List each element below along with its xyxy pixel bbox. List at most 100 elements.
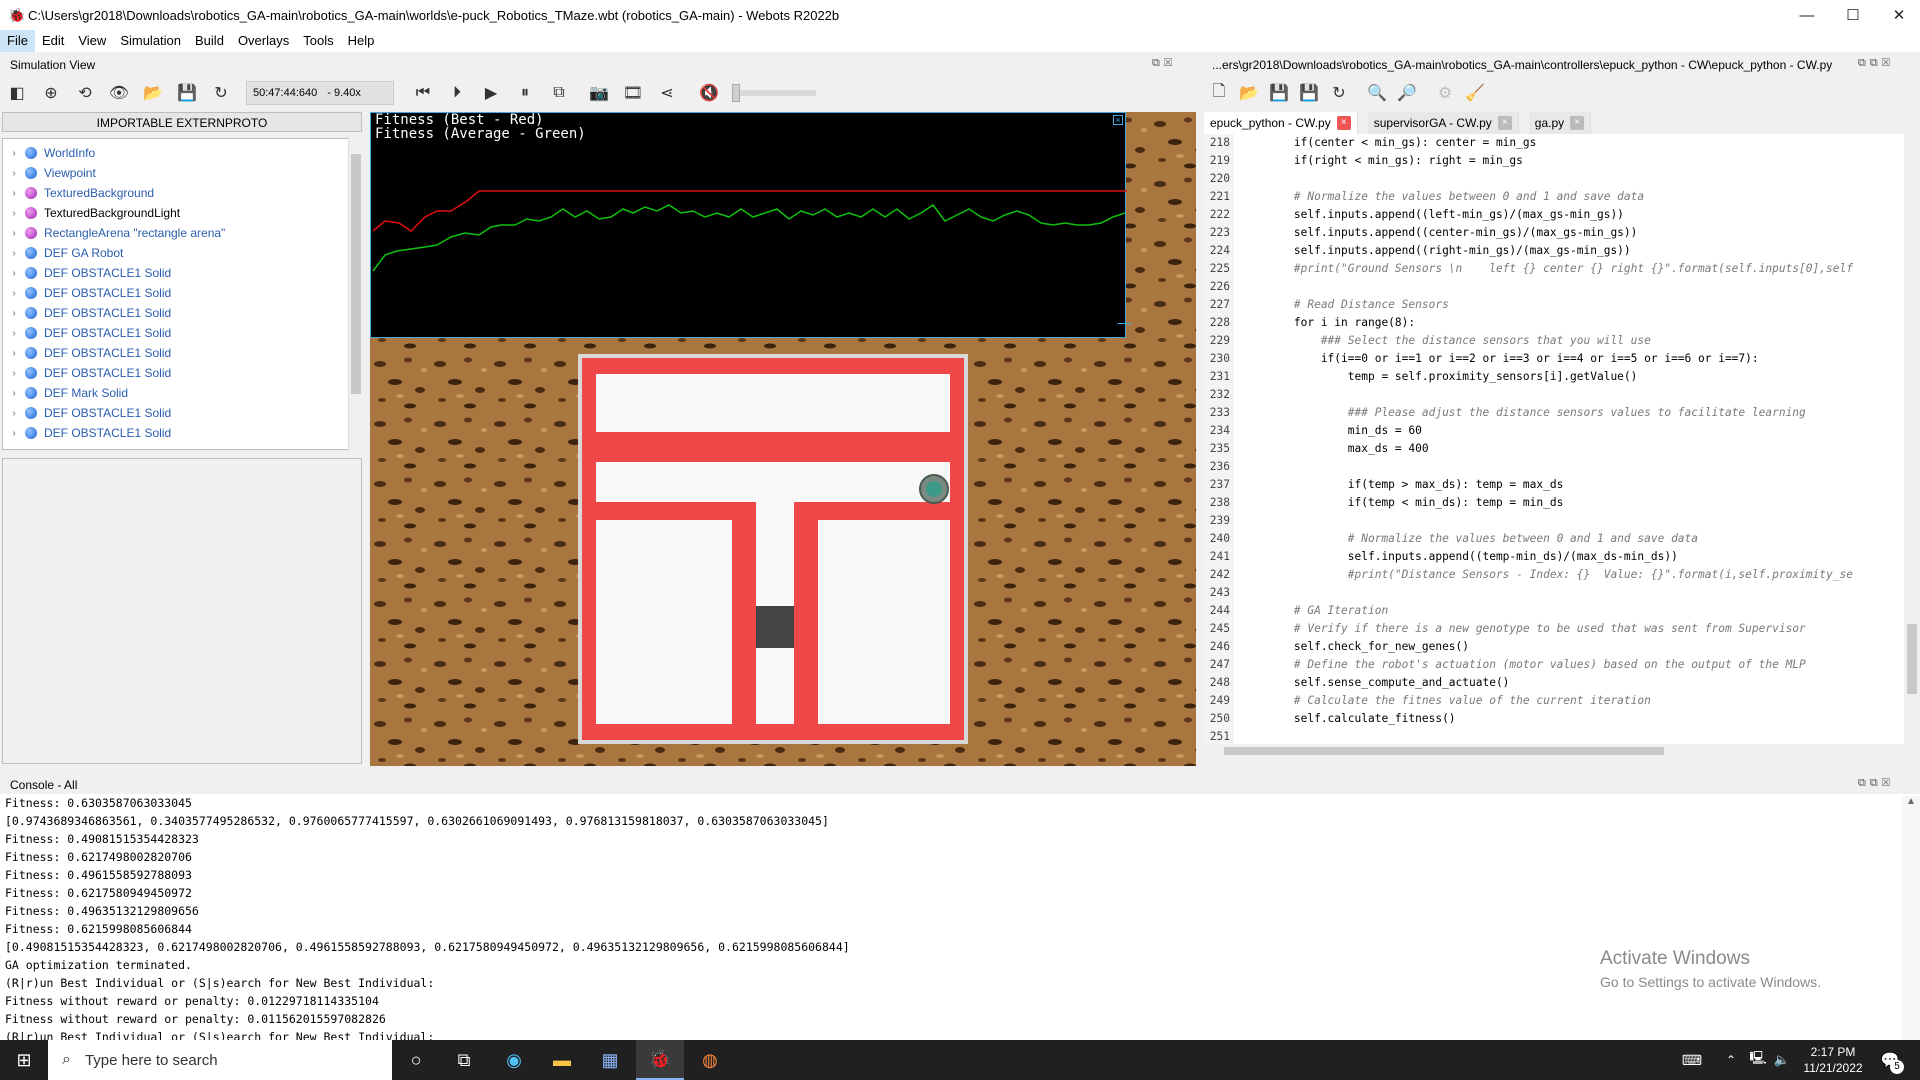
console-panel-controls[interactable]: ⧉⧉☒ <box>1858 777 1894 790</box>
tab-close-icon[interactable]: × <box>1497 116 1512 130</box>
scene-tree-node[interactable]: › DEF OBSTACLE1 Solid <box>3 343 361 363</box>
open-world-icon[interactable]: 📂 <box>136 78 170 108</box>
simulation-view-panel-controls[interactable]: ⧉☒ <box>1152 57 1176 70</box>
code-line[interactable]: 242 #print("Distance Sensors - Index: {}… <box>1204 566 1904 584</box>
code-line[interactable]: 241 self.inputs.append((temp-min_ds)/(ma… <box>1204 548 1904 566</box>
close-button[interactable]: ✕ <box>1876 0 1920 30</box>
task-view-icon[interactable]: ⧉ <box>440 1040 488 1080</box>
code-line[interactable]: 249 # Calculate the fitnes value of the … <box>1204 692 1904 710</box>
code-line[interactable]: 234 min_ds = 60 <box>1204 422 1904 440</box>
edge-icon[interactable]: ◉ <box>490 1040 538 1080</box>
chevron-right-icon[interactable]: › <box>3 388 25 399</box>
chevron-right-icon[interactable]: › <box>3 148 25 159</box>
code-line[interactable]: 236 <box>1204 458 1904 476</box>
chevron-right-icon[interactable]: › <box>3 368 25 379</box>
firefox-icon[interactable]: ◍ <box>686 1040 734 1080</box>
open-file-icon[interactable]: 📂 <box>1234 78 1264 108</box>
code-line[interactable]: 246 self.check_for_new_genes() <box>1204 638 1904 656</box>
menu-view[interactable]: View <box>71 30 113 52</box>
save-file-icon[interactable]: 💾 <box>1264 78 1294 108</box>
pause-icon[interactable]: ⏸ <box>508 78 542 108</box>
code-line[interactable]: 224 self.inputs.append((right-min_gs)/(m… <box>1204 242 1904 260</box>
code-horizontal-scrollbar[interactable] <box>1204 744 1904 758</box>
code-line[interactable]: 251 <box>1204 728 1904 744</box>
code-hscroll-thumb[interactable] <box>1224 747 1664 755</box>
save-all-icon[interactable]: 💾 <box>1294 78 1324 108</box>
tab-ga-py[interactable]: ga.py × <box>1528 112 1592 134</box>
chevron-right-icon[interactable]: › <box>3 248 25 259</box>
find-icon[interactable]: 🔍 <box>1362 78 1392 108</box>
chevron-right-icon[interactable]: › <box>3 428 25 439</box>
chevron-right-icon[interactable]: › <box>3 288 25 299</box>
view-visibility-icon[interactable]: 👁 <box>102 78 136 108</box>
code-vertical-scrollbar[interactable] <box>1904 134 1920 744</box>
code-line[interactable]: 226 <box>1204 278 1904 296</box>
reload-world-icon[interactable]: ↻ <box>204 78 238 108</box>
code-line[interactable]: 228 for i in range(8): <box>1204 314 1904 332</box>
chevron-right-icon[interactable]: › <box>3 328 25 339</box>
chevron-right-icon[interactable]: › <box>3 168 25 179</box>
menu-overlays[interactable]: Overlays <box>231 30 296 52</box>
scene-tree-node[interactable]: › DEF OBSTACLE1 Solid <box>3 323 361 343</box>
code-line[interactable]: 222 self.inputs.append((left-min_gs)/(ma… <box>1204 206 1904 224</box>
network-icon[interactable]: 🖳 <box>1746 1040 1770 1080</box>
text-editor-panel-controls[interactable]: ⧉⧉☒ <box>1858 57 1894 70</box>
minimize-button[interactable]: — <box>1784 0 1830 30</box>
code-line[interactable]: 237 if(temp > max_ds): temp = max_ds <box>1204 476 1904 494</box>
clean-icon[interactable]: 🧹 <box>1460 78 1490 108</box>
code-line[interactable]: 248 self.sense_compute_and_actuate() <box>1204 674 1904 692</box>
screenshot-icon[interactable]: 📷 <box>582 78 616 108</box>
scene-tree-node[interactable]: › WorldInfo <box>3 143 361 163</box>
reset-simulation-icon[interactable]: ⏮ <box>406 78 440 108</box>
code-line[interactable]: 245 # Verify if there is a new genotype … <box>1204 620 1904 638</box>
code-line[interactable]: 229 ### Select the distance sensors that… <box>1204 332 1904 350</box>
scene-tree-node[interactable]: › DEF GA Robot <box>3 243 361 263</box>
fitness-graph-overlay[interactable]: Fitness (Best - Red) Fitness (Average - … <box>370 112 1132 338</box>
file-explorer-icon[interactable]: ▬ <box>538 1040 586 1080</box>
menu-edit[interactable]: Edit <box>35 30 71 52</box>
scene-tree-node[interactable]: › Viewpoint <box>3 163 361 183</box>
run-icon[interactable]: ▶ <box>474 78 508 108</box>
scene-tree-node[interactable]: › DEF OBSTACLE1 Solid <box>3 403 361 423</box>
scene-tree-node[interactable]: › RectangleArena "rectangle arena" <box>3 223 361 243</box>
record-movie-icon[interactable]: 🎞 <box>616 78 650 108</box>
code-vscroll-thumb[interactable] <box>1907 624 1917 694</box>
chevron-right-icon[interactable]: › <box>3 208 25 219</box>
code-editor[interactable]: 218 if(center < min_gs): center = min_gs… <box>1204 134 1904 744</box>
share-icon[interactable]: ⋖ <box>650 78 684 108</box>
build-icon[interactable]: ⚙ <box>1430 78 1460 108</box>
maximize-button[interactable]: ☐ <box>1830 0 1876 30</box>
taskbar-clock[interactable]: 2:17 PM 11/21/2022 <box>1800 1044 1866 1076</box>
scene-tree-node[interactable]: › TexturedBackground <box>3 183 361 203</box>
scene-tree[interactable]: › WorldInfo › Viewpoint › TexturedBackground ›… <box>2 138 362 450</box>
scene-tree-scrollbar[interactable] <box>348 138 362 450</box>
e-puck-robot[interactable] <box>919 474 949 504</box>
console-scrollbar[interactable]: ▲ <box>1902 796 1920 1040</box>
webots-taskbar-icon[interactable]: 🐞 <box>636 1040 684 1080</box>
code-line[interactable]: 239 <box>1204 512 1904 530</box>
volume-slider[interactable] <box>732 84 816 102</box>
code-line[interactable]: 247 # Define the robot's actuation (moto… <box>1204 656 1904 674</box>
step-icon[interactable]: ⏵ <box>440 78 474 108</box>
code-line[interactable]: 231 temp = self.proximity_sensors[i].get… <box>1204 368 1904 386</box>
scene-tree-node[interactable]: › DEF OBSTACLE1 Solid <box>3 423 361 443</box>
rectangle-arena[interactable] <box>578 354 968 744</box>
new-file-icon[interactable]: 🗋 <box>1204 78 1234 108</box>
code-line[interactable]: 220 <box>1204 170 1904 188</box>
tab-epuck-python[interactable]: epuck_python - CW.py × <box>1204 112 1358 134</box>
chevron-right-icon[interactable]: › <box>3 268 25 279</box>
scene-tree-node[interactable]: › DEF Mark Solid <box>3 383 361 403</box>
cortana-icon[interactable]: ○ <box>392 1040 440 1080</box>
code-line[interactable]: 221 # Normalize the values between 0 and… <box>1204 188 1904 206</box>
code-line[interactable]: 244 # GA Iteration <box>1204 602 1904 620</box>
code-line[interactable]: 232 <box>1204 386 1904 404</box>
scene-tree-node[interactable]: › DEF OBSTACLE1 Solid <box>3 303 361 323</box>
code-line[interactable]: 227 # Read Distance Sensors <box>1204 296 1904 314</box>
chevron-right-icon[interactable]: › <box>3 408 25 419</box>
code-line[interactable]: 235 max_ds = 400 <box>1204 440 1904 458</box>
keyboard-icon[interactable]: ⌨ <box>1668 1040 1716 1080</box>
chevron-up-icon[interactable]: ⌃ <box>1716 1040 1746 1080</box>
code-line[interactable]: 225 #print("Ground Sensors \n left {} ce… <box>1204 260 1904 278</box>
code-line[interactable]: 240 # Normalize the values between 0 and… <box>1204 530 1904 548</box>
notification-center-icon[interactable]: 💬 5 <box>1870 1040 1910 1080</box>
